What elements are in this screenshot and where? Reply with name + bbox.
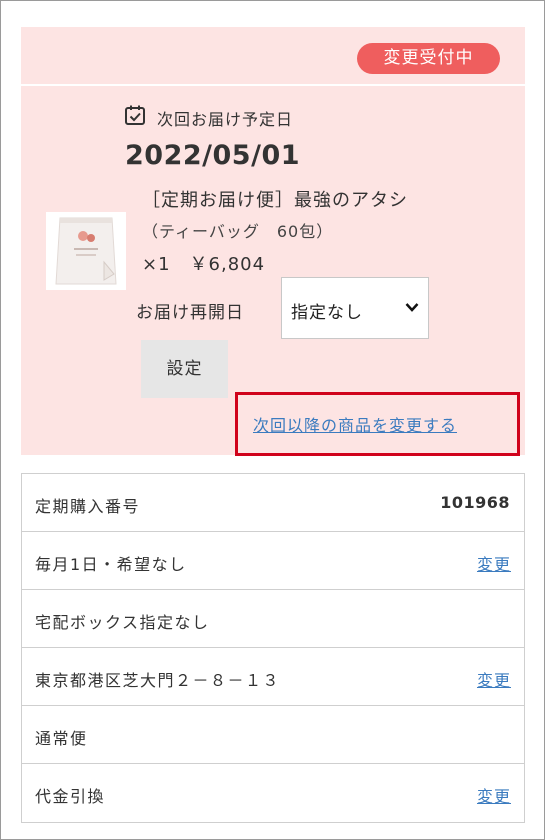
info-row-address: 東京都港区芝大門２－８－１３ 変更: [22, 648, 524, 706]
next-delivery-label: 次回お届け予定日: [157, 110, 294, 129]
info-row-shipping: 通常便: [22, 706, 524, 764]
change-next-products-link[interactable]: 次回以降の商品を変更する: [253, 412, 457, 436]
resume-date-select-value: 指定なし: [291, 303, 363, 323]
info-row-schedule: 毎月1日・希望なし 変更: [22, 532, 524, 590]
product-variant: （ティーバッグ 60包）: [142, 222, 334, 241]
shipping-method-text: 通常便: [35, 729, 88, 748]
chevron-down-icon: [405, 303, 419, 312]
product-name: ［定期お届け便］最強のアタシ: [142, 190, 408, 211]
card-divider: [21, 84, 525, 86]
calendar-check-icon: [125, 105, 145, 125]
order-number-value: 101968: [440, 493, 510, 512]
order-number-label: 定期購入番号: [35, 497, 141, 516]
resume-date-select[interactable]: 指定なし: [281, 277, 429, 339]
info-row-delivery-box: 宅配ボックス指定なし: [22, 590, 524, 648]
product-quantity-price: ×1 ￥6,804: [142, 254, 266, 275]
next-delivery-date: 2022/05/01: [125, 140, 301, 171]
delivery-address-text: 東京都港区芝大門２－８－１３: [35, 671, 281, 690]
info-row-order-number: 定期購入番号 101968: [22, 474, 524, 532]
info-row-payment: 代金引換 変更: [22, 764, 524, 822]
change-schedule-link[interactable]: 変更: [477, 551, 511, 575]
status-badge: 変更受付中: [357, 43, 500, 74]
change-address-link[interactable]: 変更: [477, 667, 511, 691]
change-payment-link[interactable]: 変更: [477, 783, 511, 807]
product-thumbnail: [46, 212, 126, 290]
resume-date-label: お届け再開日: [136, 303, 244, 323]
set-button[interactable]: 設定: [141, 340, 228, 398]
delivery-schedule-text: 毎月1日・希望なし: [35, 555, 187, 574]
delivery-box-text: 宅配ボックス指定なし: [35, 613, 210, 632]
payment-method-text: 代金引換: [35, 787, 106, 806]
subscription-info-table: 定期購入番号 101968 毎月1日・希望なし 変更 宅配ボックス指定なし 東京…: [21, 473, 525, 823]
